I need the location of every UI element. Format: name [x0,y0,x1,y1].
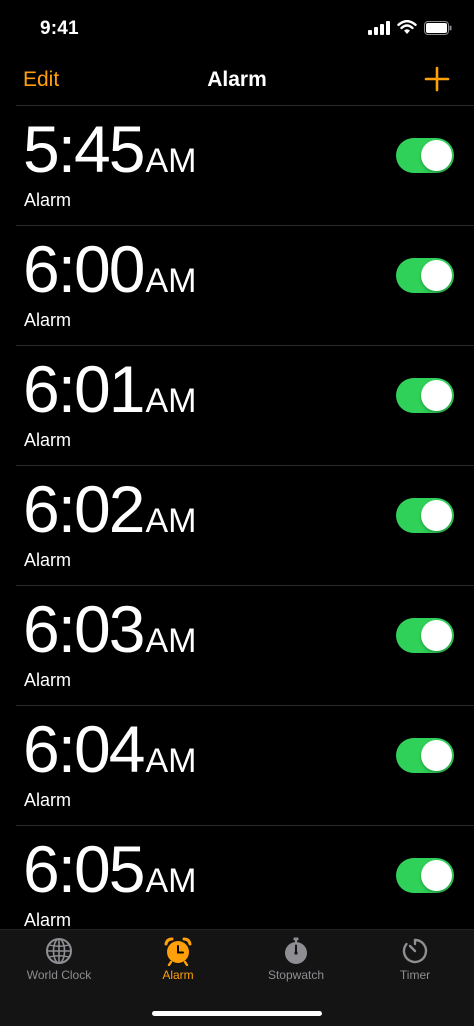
tab-label: World Clock [26,968,92,982]
alarm-row[interactable]: 6:03AM Alarm [16,586,474,706]
toggle-knob [421,140,452,171]
tab-label: Alarm [162,968,194,982]
alarm-time-value: 6:03 [23,592,145,666]
alarm-label: Alarm [24,310,72,330]
alarm-row[interactable]: 6:01AM Alarm [16,346,474,466]
toggle-knob [421,260,452,291]
alarm-list: 5:45AM Alarm 6:00AM Alarm 6:01AM Alarm 6… [0,106,474,946]
toggle-knob [421,740,452,771]
alarm-row[interactable]: 6:00AM Alarm [16,226,474,346]
alarm-label: Alarm [24,670,72,690]
alarm-ampm: AM [145,862,197,900]
tab-world-clock[interactable]: World Clock [0,936,118,982]
globe-icon [46,938,72,964]
alarm-time: 5:45AM [23,116,196,182]
alarm-time-value: 6:05 [23,832,145,906]
alarm-toggle[interactable] [396,258,454,293]
alarm-label: Alarm [24,550,72,570]
alarm-time-value: 6:04 [23,712,145,786]
alarm-time-value: 6:00 [23,232,145,306]
alarm-time: 6:04AM [23,716,196,782]
alarm-toggle[interactable] [396,618,454,653]
alarm-toggle[interactable] [396,738,454,773]
status-bar: 9:41 [0,0,474,56]
alarm-clock-icon [164,937,192,966]
alarm-time: 6:01AM [23,356,196,422]
status-time: 9:41 [40,18,79,39]
page-title: Alarm [207,68,267,91]
alarm-ampm: AM [145,262,197,300]
alarm-ampm: AM [145,502,197,540]
home-indicator[interactable] [152,1011,322,1016]
tab-alarm[interactable]: Alarm [119,936,237,982]
alarm-ampm: AM [145,742,197,780]
alarm-toggle[interactable] [396,378,454,413]
alarm-ampm: AM [145,142,197,180]
alarm-time: 6:02AM [23,476,196,542]
add-alarm-button[interactable] [424,66,450,92]
alarm-label: Alarm [24,910,72,930]
status-icons [368,20,452,35]
alarm-label: Alarm [24,430,72,450]
tab-label: Timer [399,968,431,982]
stopwatch-icon [285,937,307,964]
alarm-toggle[interactable] [396,858,454,893]
alarm-label: Alarm [24,190,72,210]
alarm-row[interactable]: 6:04AM Alarm [16,706,474,826]
cellular-signal-icon [368,20,390,35]
tab-timer[interactable]: Timer [356,936,474,982]
alarm-time-value: 6:02 [23,472,145,546]
wifi-icon [397,20,417,34]
alarm-label: Alarm [24,790,72,810]
alarm-time-value: 6:01 [23,352,145,426]
toggle-knob [421,620,452,651]
alarm-row[interactable]: 6:02AM Alarm [16,466,474,586]
alarm-time-value: 5:45 [23,112,145,186]
alarm-row[interactable]: 6:05AM Alarm [16,826,474,946]
battery-icon [424,20,452,35]
timer-icon [402,938,428,964]
alarm-toggle[interactable] [396,498,454,533]
alarm-toggle[interactable] [396,138,454,173]
alarm-time: 6:00AM [23,236,196,302]
toggle-knob [421,500,452,531]
alarm-ampm: AM [145,622,197,660]
alarm-ampm: AM [145,382,197,420]
toggle-knob [421,380,452,411]
toggle-knob [421,860,452,891]
navigation-bar: Edit Alarm [0,56,474,106]
alarm-time: 6:05AM [23,836,196,902]
tab-label: Stopwatch [267,968,325,982]
alarm-row[interactable]: 5:45AM Alarm [16,106,474,226]
alarm-time: 6:03AM [23,596,196,662]
tab-stopwatch[interactable]: Stopwatch [237,936,355,982]
